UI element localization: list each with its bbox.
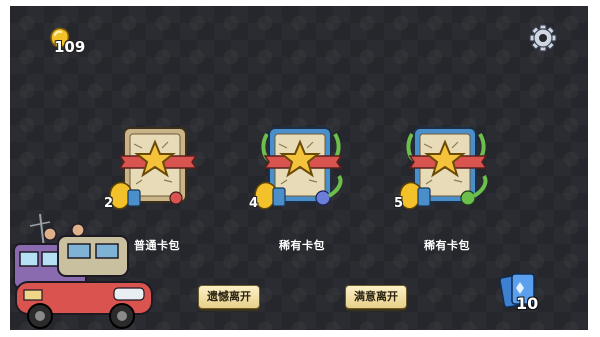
card-count: 10 [516,294,539,313]
card-pack-rare[interactable]: 4 稀有卡包 [247,124,357,252]
pack-price: 5 [394,196,404,211]
pack-name: 稀有卡包 [424,239,470,252]
coin-counter: 109 [46,24,106,58]
pack-price: 4 [249,196,259,211]
coin-count: 109 [54,38,86,56]
game-screen: 109 2 普通卡包 4 稀有卡包 5 稀有卡包 遗憾离开 满意离开 10 [10,6,588,330]
rare-pack-icon [254,127,343,210]
rare-pack-icon [399,127,488,210]
leave-satisfied-button[interactable]: 满意离开 [345,285,407,309]
gear-icon[interactable] [528,23,558,53]
vehicle-illustration [13,213,153,329]
card-counter[interactable]: 10 [498,268,554,318]
pack-name: 稀有卡包 [279,239,325,252]
card-pack-rare[interactable]: 5 稀有卡包 [392,124,502,252]
leave-regret-button[interactable]: 遗憾离开 [198,285,260,309]
